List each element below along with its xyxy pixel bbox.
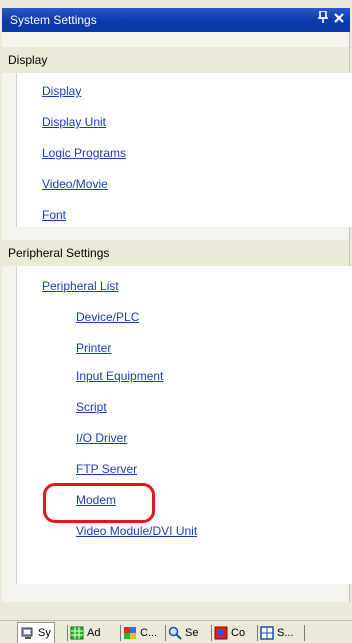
common-settings-icon — [123, 626, 137, 640]
link-font[interactable]: Font — [42, 208, 66, 222]
panel-title-bar[interactable]: System Settings — [2, 8, 350, 32]
tab-screen-list[interactable]: S... — [260, 624, 294, 642]
link-device-plc[interactable]: Device/PLC — [76, 310, 139, 324]
link-display-unit[interactable]: Display Unit — [42, 115, 106, 129]
system-settings-icon — [21, 626, 35, 640]
comment-icon — [214, 626, 228, 640]
tab-label: Co — [231, 627, 246, 639]
tab-separator — [67, 625, 68, 641]
group-header-peripheral-settings[interactable]: Peripheral Settings — [2, 240, 349, 266]
search-icon — [168, 626, 182, 640]
tab-separator — [120, 625, 121, 641]
link-video-module-dvi-unit[interactable]: Video Module/DVI Unit — [76, 524, 197, 538]
tab-common-settings[interactable]: C... — [123, 624, 157, 642]
screen-list-icon — [260, 626, 274, 640]
tab-label: Se — [185, 627, 199, 639]
link-video-movie[interactable]: Video/Movie — [42, 177, 108, 191]
link-printer[interactable]: Printer — [76, 341, 111, 355]
link-script[interactable]: Script — [76, 400, 107, 414]
link-peripheral-list[interactable]: Peripheral List — [42, 279, 119, 293]
tab-label: Ad — [87, 627, 101, 639]
panel-title: System Settings — [10, 13, 97, 27]
group-header-label: Display — [8, 53, 48, 67]
tab-label: Sy — [38, 627, 51, 639]
tab-search[interactable]: Se — [168, 624, 198, 642]
tab-address[interactable]: Ad — [70, 624, 100, 642]
system-settings-panel: System Settings Display Display Display … — [0, 0, 352, 643]
tab-comment[interactable]: Co — [214, 624, 245, 642]
tab-label: S... — [277, 627, 294, 639]
modem-highlight-callout — [43, 483, 155, 523]
link-display[interactable]: Display — [42, 84, 81, 98]
tab-separator — [257, 625, 258, 641]
tab-system-settings[interactable]: Sy — [17, 622, 55, 643]
link-io-driver[interactable]: I/O Driver — [76, 431, 127, 445]
link-input-equipment[interactable]: Input Equipment — [76, 369, 163, 383]
tab-separator — [304, 625, 305, 641]
link-ftp-server[interactable]: FTP Server — [76, 462, 137, 476]
tab-separator — [165, 625, 166, 641]
tab-separator — [211, 625, 212, 641]
panel-tab-strip: Sy Ad C... Se Co S... — [0, 620, 352, 643]
close-icon[interactable] — [334, 11, 344, 26]
link-logic-programs[interactable]: Logic Programs — [42, 146, 126, 160]
group-header-label: Peripheral Settings — [8, 246, 110, 260]
tab-label: C... — [140, 627, 158, 639]
address-grid-icon — [70, 626, 84, 640]
pin-icon[interactable] — [318, 10, 328, 26]
group-header-display[interactable]: Display — [2, 47, 349, 73]
